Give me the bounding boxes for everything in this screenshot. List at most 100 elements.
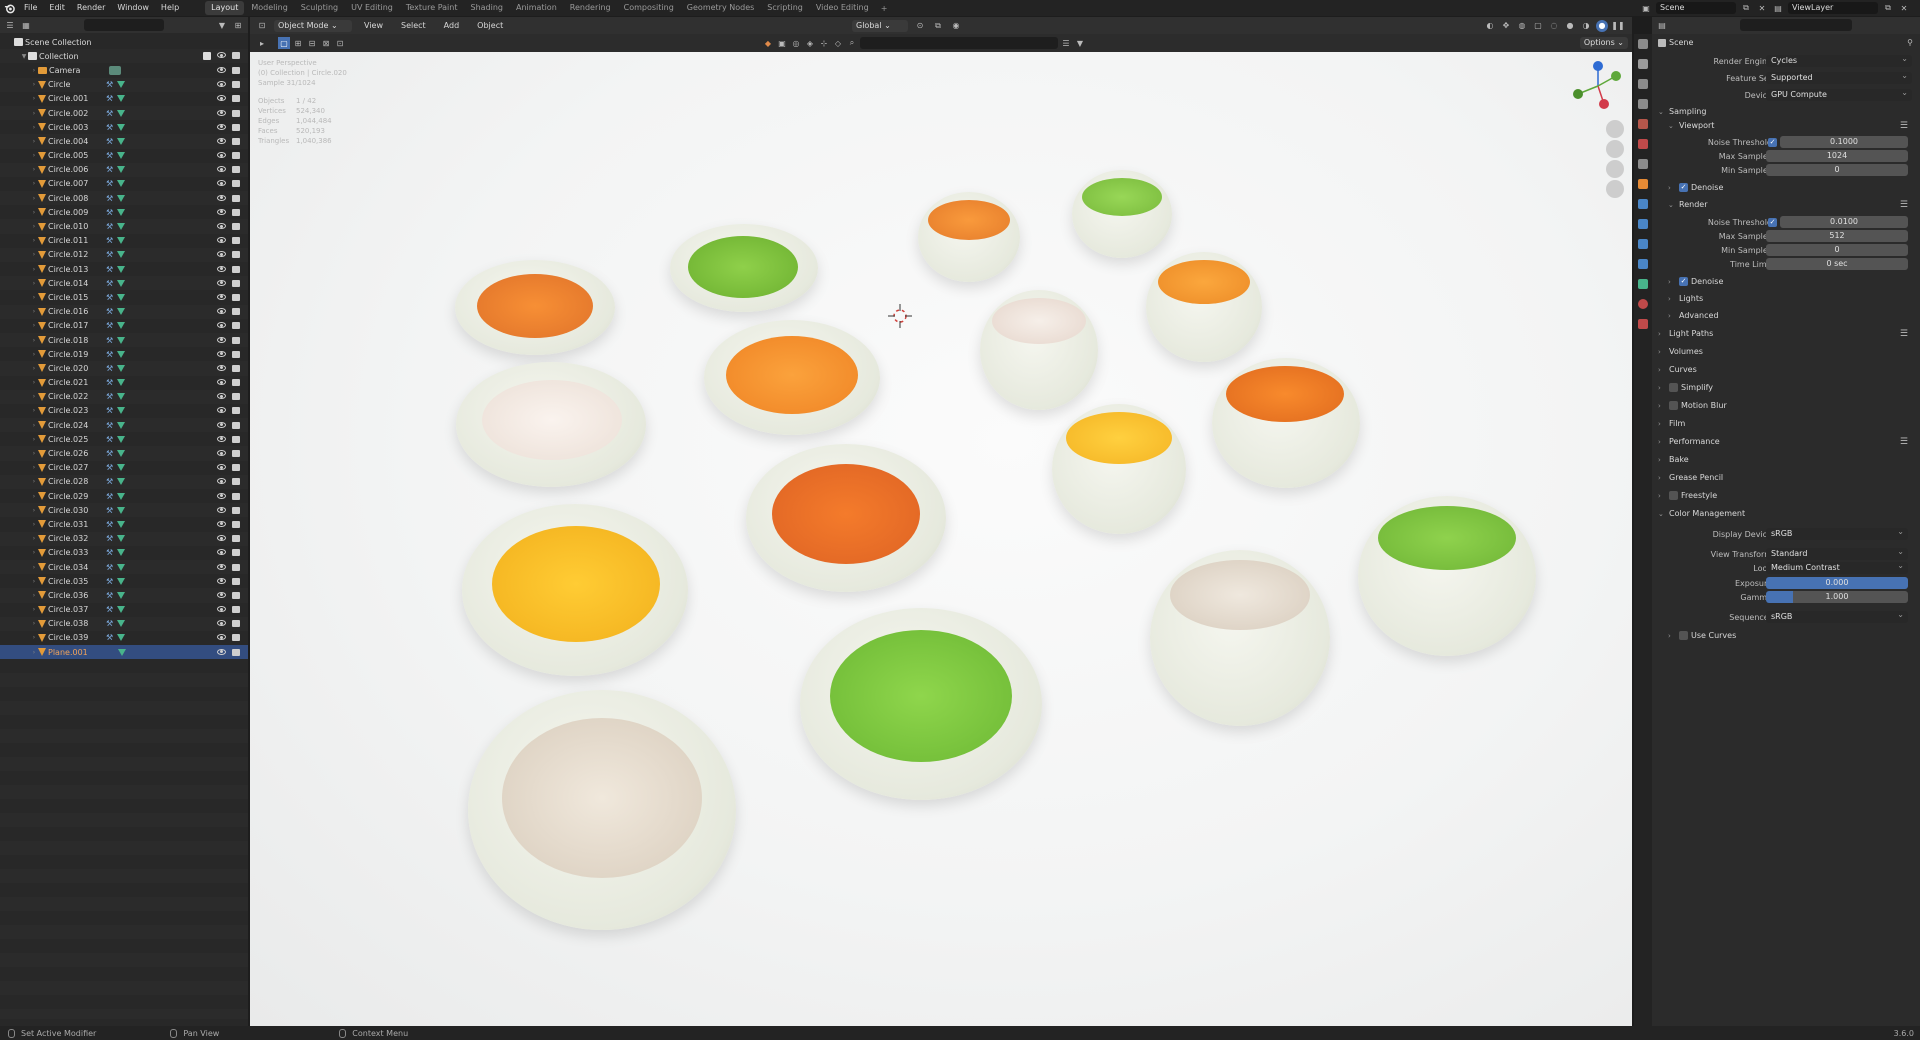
outliner-object-row[interactable]: › Circle.031 ⚒ [0, 517, 248, 531]
camera-render-icon[interactable] [232, 620, 240, 628]
eye-icon[interactable] [217, 81, 226, 88]
outliner-object-row[interactable]: › Circle ⚒ [0, 77, 248, 92]
material-tab-icon[interactable] [1634, 294, 1652, 314]
pin-icon[interactable]: ⚲ [1904, 36, 1916, 48]
expand-icon[interactable]: › [30, 564, 38, 571]
menu-select[interactable]: Select [395, 18, 432, 34]
3d-cursor-icon[interactable] [886, 302, 914, 330]
view-transform-dropdown[interactable]: Standard [1766, 546, 1908, 560]
mesh-data-icon[interactable] [117, 407, 126, 415]
navigation-gizmo[interactable] [1564, 60, 1624, 116]
presets-list-icon[interactable]: ☰ [1900, 121, 1908, 131]
texture-tab-icon[interactable] [1634, 314, 1652, 334]
pivot-icon[interactable]: ⊙ [914, 20, 926, 32]
expand-icon[interactable]: › [30, 237, 38, 244]
curves-panel-header[interactable]: › Curves [1658, 365, 1697, 374]
outliner-object-row[interactable]: › Circle.035 ⚒ [0, 574, 248, 588]
freestyle-checkbox[interactable] [1669, 491, 1678, 500]
filter-search-icon[interactable]: ⌕ [846, 37, 858, 49]
expand-icon[interactable]: › [30, 620, 38, 627]
eye-icon[interactable] [217, 52, 226, 59]
filter-light-icon[interactable]: ◎ [790, 37, 802, 49]
outliner-object-row[interactable]: › Circle.022 ⚒ [0, 389, 248, 404]
particles-tab-icon[interactable] [1634, 214, 1652, 234]
outliner-object-row[interactable]: › Circle.002 ⚒ [0, 105, 248, 121]
expand-icon[interactable]: › [30, 393, 38, 400]
expand-icon[interactable]: › [30, 166, 38, 173]
material-shading-icon[interactable]: ◑ [1580, 20, 1592, 32]
mesh-data-icon[interactable] [117, 464, 126, 472]
neg-y-axis-ball[interactable] [1573, 89, 1583, 99]
expand-icon[interactable]: › [30, 507, 38, 514]
modifier-wrench-icon[interactable]: ⚒ [106, 435, 113, 444]
outliner-object-row[interactable]: › Circle.006 ⚒ [0, 162, 248, 177]
toolbar-toggle-icon[interactable]: ▸ [256, 37, 268, 49]
eye-icon[interactable] [217, 506, 226, 513]
modifier-wrench-icon[interactable]: ⚒ [106, 94, 113, 103]
modifier-wrench-icon[interactable]: ⚒ [106, 520, 113, 529]
advanced-subpanel-header[interactable]: › Advanced [1668, 311, 1719, 320]
exposure-slider[interactable]: 0.000 [1766, 577, 1908, 589]
eye-icon[interactable] [217, 450, 226, 457]
mesh-data-icon[interactable] [117, 379, 126, 387]
outliner-object-row[interactable]: › Circle.004 ⚒ [0, 134, 248, 149]
eye-icon[interactable] [217, 180, 226, 187]
render-engine-dropdown[interactable]: Cycles [1766, 53, 1912, 67]
eye-icon[interactable] [217, 279, 226, 286]
modifier-wrench-icon[interactable]: ⚒ [106, 265, 113, 274]
modifier-wrench-icon[interactable]: ⚒ [106, 222, 113, 231]
outliner-object-row[interactable]: › Circle.034 ⚒ [0, 559, 248, 575]
noise-threshold-checkbox[interactable]: ✓ [1768, 137, 1777, 147]
mesh-data-icon[interactable] [117, 606, 126, 614]
vp-noise-threshold-field[interactable]: 0.1000 [1780, 136, 1908, 148]
modifier-tab-icon[interactable] [1634, 194, 1652, 214]
expand-icon[interactable]: › [30, 337, 38, 344]
expand-icon[interactable]: › [30, 464, 38, 471]
select-subtract-icon[interactable]: ⊟ [306, 37, 318, 49]
tab-compositing[interactable]: Compositing [618, 1, 680, 15]
camera-render-icon[interactable] [232, 393, 240, 401]
eye-icon[interactable] [217, 237, 226, 244]
outliner-object-row[interactable]: › Circle.020 ⚒ [0, 361, 248, 376]
display-mode-icon[interactable]: ▦ [20, 19, 32, 31]
modifier-wrench-icon[interactable]: ⚒ [106, 109, 113, 118]
eye-icon[interactable] [217, 123, 226, 130]
tab-layout[interactable]: Layout [205, 1, 245, 15]
outliner-object-row[interactable]: › Circle.001 ⚒ [0, 92, 248, 106]
camera-render-icon[interactable] [232, 166, 240, 174]
eye-icon[interactable] [217, 109, 226, 116]
blender-logo-icon[interactable] [0, 0, 18, 16]
mesh-data-icon[interactable] [117, 308, 126, 316]
close-view-layer-icon[interactable]: ✕ [1898, 2, 1910, 14]
gizmo-toggle-icon[interactable]: ✥ [1500, 20, 1512, 32]
collection-row[interactable]: ▼ Collection [0, 49, 248, 64]
eye-icon[interactable] [217, 606, 226, 613]
add-workspace-button[interactable]: + [876, 4, 893, 13]
mesh-data-icon[interactable] [117, 563, 126, 571]
modifier-wrench-icon[interactable]: ⚒ [106, 534, 113, 543]
modifier-wrench-icon[interactable]: ⚒ [106, 449, 113, 458]
expand-icon[interactable]: › [30, 535, 38, 542]
properties-search-input[interactable] [1740, 19, 1852, 31]
camera-render-icon[interactable] [232, 237, 240, 245]
modifier-wrench-icon[interactable]: ⚒ [106, 336, 113, 345]
expand-icon[interactable]: › [30, 251, 38, 258]
data-tab-icon[interactable] [1634, 274, 1652, 294]
device-dropdown[interactable]: GPU Compute [1766, 87, 1912, 101]
expand-icon[interactable]: › [30, 138, 38, 145]
performance-panel-header[interactable]: › Performance [1658, 437, 1720, 446]
modifier-wrench-icon[interactable]: ⚒ [106, 477, 113, 486]
outliner-object-row[interactable]: › Circle.032 ⚒ [0, 531, 248, 546]
outliner-object-row[interactable]: › Circle.009 ⚒ [0, 205, 248, 219]
eye-icon[interactable] [217, 137, 226, 144]
eye-icon[interactable] [217, 95, 226, 102]
tool-tab-icon[interactable] [1634, 34, 1652, 54]
solid-shading-icon[interactable]: ● [1564, 20, 1576, 32]
mesh-data-icon[interactable] [117, 194, 126, 202]
outliner-object-row[interactable]: › Circle.017 ⚒ [0, 319, 248, 333]
light-paths-panel-header[interactable]: › Light Paths [1658, 329, 1713, 338]
outliner-object-row[interactable]: › Circle.018 ⚒ [0, 332, 248, 348]
editor-type-icon[interactable]: ⊡ [256, 20, 268, 32]
outliner-object-row[interactable]: › Circle.019 ⚒ [0, 347, 248, 361]
camera-render-icon[interactable] [232, 591, 240, 599]
